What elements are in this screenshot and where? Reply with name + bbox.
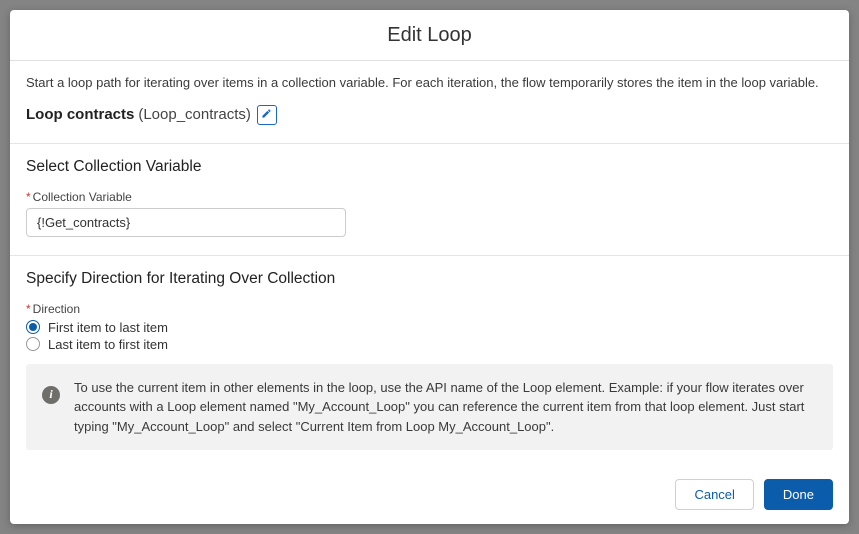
radio-label: Last item to first item [48, 337, 168, 352]
loop-name-row: Loop contracts (Loop_contracts) [26, 105, 833, 125]
intro-section: Start a loop path for iterating over ite… [10, 61, 849, 144]
direction-field-label: *Direction [26, 302, 833, 316]
info-icon: i [42, 386, 60, 404]
radio-label: First item to last item [48, 320, 168, 335]
edit-loop-modal: Edit Loop Start a loop path for iteratin… [10, 10, 849, 524]
collection-section-title: Select Collection Variable [26, 158, 833, 176]
modal-body: Start a loop path for iterating over ite… [10, 61, 849, 465]
modal-title: Edit Loop [10, 24, 849, 47]
collection-variable-section: Select Collection Variable *Collection V… [10, 144, 849, 256]
cancel-button[interactable]: Cancel [675, 479, 753, 510]
info-box: i To use the current item in other eleme… [26, 364, 833, 451]
direction-section-title: Specify Direction for Iterating Over Col… [26, 270, 833, 288]
required-marker: * [26, 190, 31, 204]
direction-radio-group: First item to last item Last item to fir… [26, 320, 833, 352]
modal-footer: Cancel Done [10, 465, 849, 524]
required-marker: * [26, 302, 31, 316]
intro-text: Start a loop path for iterating over ite… [26, 73, 833, 93]
done-button[interactable]: Done [764, 479, 833, 510]
collection-variable-input[interactable] [26, 208, 346, 237]
radio-button[interactable] [26, 320, 40, 334]
pencil-icon [261, 107, 272, 122]
radio-button[interactable] [26, 337, 40, 351]
edit-name-button[interactable] [257, 105, 277, 125]
modal-header: Edit Loop [10, 10, 849, 61]
loop-label: Loop contracts [26, 106, 134, 123]
radio-option-last-to-first[interactable]: Last item to first item [26, 337, 833, 352]
loop-api-name: (Loop_contracts) [138, 106, 251, 123]
direction-section: Specify Direction for Iterating Over Col… [10, 256, 849, 352]
info-text: To use the current item in other element… [74, 378, 817, 437]
collection-variable-label: *Collection Variable [26, 190, 833, 204]
radio-option-first-to-last[interactable]: First item to last item [26, 320, 833, 335]
